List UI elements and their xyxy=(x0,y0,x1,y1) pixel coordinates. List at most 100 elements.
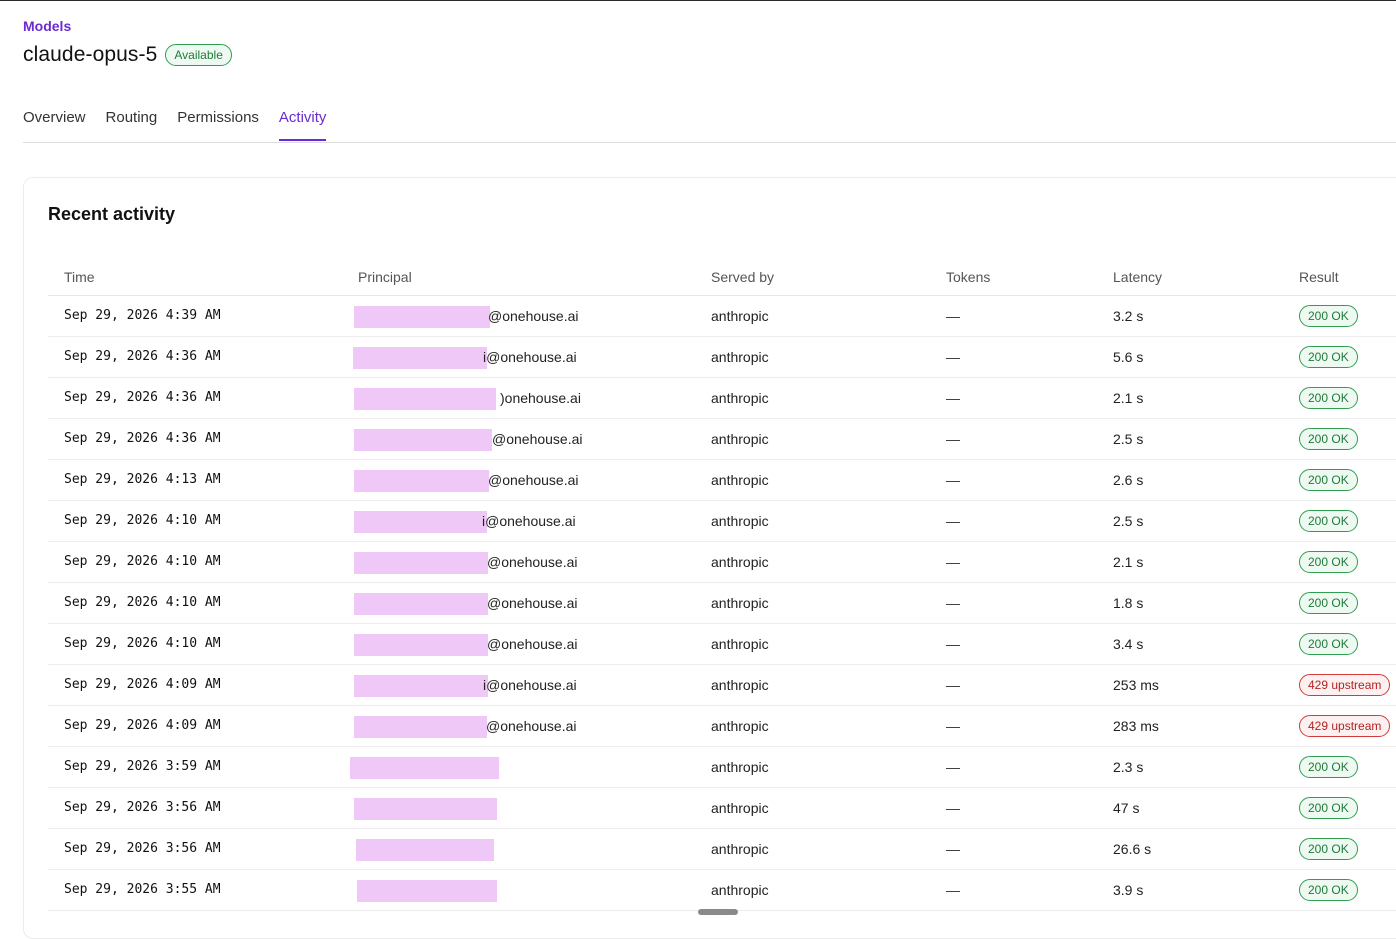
cell-result: 200 OK xyxy=(1299,469,1358,494)
cell-tokens: — xyxy=(946,595,960,611)
table-row[interactable]: Sep 29, 2026 4:10 AM i@onehouse.ai anthrop… xyxy=(48,501,1396,542)
redacted-block xyxy=(350,757,499,779)
principal-email: @onehouse.ai xyxy=(487,554,578,570)
cell-result: 429 upstream xyxy=(1299,674,1391,699)
column-header-result: Result xyxy=(1299,269,1339,285)
tab-activity[interactable]: Activity xyxy=(278,109,327,141)
cell-result: 200 OK xyxy=(1299,305,1358,330)
redacted-block xyxy=(354,388,496,410)
cell-tokens: — xyxy=(946,636,960,652)
cell-latency: 3.4 s xyxy=(1113,636,1144,652)
table-row[interactable]: Sep 29, 2026 4:36 AM @onehouse.ai anthropi… xyxy=(48,419,1396,460)
cell-time: Sep 29, 2026 4:09 AM xyxy=(64,677,221,692)
cell-served-by: anthropic xyxy=(711,308,769,324)
cell-served-by: anthropic xyxy=(711,431,769,447)
column-header-tokens: Tokens xyxy=(946,269,991,285)
table-row[interactable]: Sep 29, 2026 3:59 AM anthropic — 2.3 s 200 O… xyxy=(48,747,1396,788)
activity-card: Recent activity Time Principal Served by… xyxy=(23,177,1396,939)
cell-result: 429 upstream xyxy=(1299,715,1391,740)
table-row[interactable]: Sep 29, 2026 4:39 AM @onehouse.ai anthropi… xyxy=(48,296,1396,337)
cell-result: 200 OK xyxy=(1299,387,1358,412)
cell-latency: 253 ms xyxy=(1113,677,1159,693)
breadcrumb[interactable]: Models xyxy=(23,18,71,34)
cell-tokens: — xyxy=(946,390,960,406)
cell-latency: 1.8 s xyxy=(1113,595,1144,611)
cell-tokens: — xyxy=(946,677,960,693)
result-badge: 200 OK xyxy=(1299,469,1358,491)
table-row[interactable]: Sep 29, 2026 3:56 AM anthropic — 47 s 200 OK xyxy=(48,788,1396,829)
column-header-time: Time xyxy=(64,269,95,285)
table-body: Sep 29, 2026 4:39 AM @onehouse.ai anthropi… xyxy=(48,296,1396,911)
cell-served-by: anthropic xyxy=(711,677,769,693)
cell-time: Sep 29, 2026 4:36 AM xyxy=(64,431,221,446)
cell-result: 200 OK xyxy=(1299,428,1358,453)
redacted-block xyxy=(354,634,488,656)
redacted-block xyxy=(357,880,497,902)
cell-time: Sep 29, 2026 4:10 AM xyxy=(64,595,221,610)
table-row[interactable]: Sep 29, 2026 4:10 AM @onehouse.ai anthropi… xyxy=(48,624,1396,665)
result-badge: 200 OK xyxy=(1299,797,1358,819)
scrollbar-handle[interactable] xyxy=(698,909,738,915)
tab-overview[interactable]: Overview xyxy=(23,109,86,141)
card-title: Recent activity xyxy=(48,204,176,224)
principal-email: )onehouse.ai xyxy=(500,390,581,406)
table-row[interactable]: Sep 29, 2026 4:36 AM )onehouse.ai anthropi… xyxy=(48,378,1396,419)
cell-time: Sep 29, 2026 4:10 AM xyxy=(64,513,221,528)
cell-time: Sep 29, 2026 4:36 AM xyxy=(64,390,221,405)
tab-bar: Overview Routing Permissions Activity xyxy=(23,109,1396,143)
result-badge: 200 OK xyxy=(1299,592,1358,614)
cell-served-by: anthropic xyxy=(711,800,769,816)
table-row[interactable]: Sep 29, 2026 4:10 AM @onehouse.ai anthropi… xyxy=(48,583,1396,624)
table-header: Time Principal Served by Tokens Latency … xyxy=(48,258,1396,296)
activity-table: Time Principal Served by Tokens Latency … xyxy=(48,258,1396,911)
cell-latency: 47 s xyxy=(1113,800,1140,816)
title-row: claude-opus-5 Available xyxy=(23,43,232,67)
principal-email: i@onehouse.ai xyxy=(482,513,576,529)
redacted-block xyxy=(354,511,487,533)
principal-email: i@onehouse.ai xyxy=(483,677,577,693)
cell-served-by: anthropic xyxy=(711,390,769,406)
cell-time: Sep 29, 2026 4:10 AM xyxy=(64,554,221,569)
table-row[interactable]: Sep 29, 2026 4:13 AM @onehouse.ai anthropi… xyxy=(48,460,1396,501)
table-row[interactable]: Sep 29, 2026 4:09 AM i@onehouse.ai anthrop… xyxy=(48,665,1396,706)
result-badge: 200 OK xyxy=(1299,756,1358,778)
redacted-block xyxy=(354,593,488,615)
redacted-block xyxy=(354,552,488,574)
result-badge: 200 OK xyxy=(1299,633,1358,655)
cell-time: Sep 29, 2026 3:55 AM xyxy=(64,882,221,897)
result-badge: 200 OK xyxy=(1299,428,1358,450)
result-badge: 200 OK xyxy=(1299,879,1358,901)
cell-tokens: — xyxy=(946,513,960,529)
table-row[interactable]: Sep 29, 2026 4:10 AM @onehouse.ai anthropi… xyxy=(48,542,1396,583)
principal-email: @onehouse.ai xyxy=(488,308,579,324)
table-row[interactable]: Sep 29, 2026 3:55 AM anthropic — 3.9 s 200 O… xyxy=(48,870,1396,911)
cell-time: Sep 29, 2026 3:56 AM xyxy=(64,841,221,856)
cell-served-by: anthropic xyxy=(711,513,769,529)
cell-result: 200 OK xyxy=(1299,633,1358,658)
result-badge: 200 OK xyxy=(1299,551,1358,573)
cell-tokens: — xyxy=(946,308,960,324)
cell-tokens: — xyxy=(946,882,960,898)
table-row[interactable]: Sep 29, 2026 4:36 AM i@onehouse.ai anthrop… xyxy=(48,337,1396,378)
redacted-block xyxy=(354,675,488,697)
tab-permissions[interactable]: Permissions xyxy=(177,109,259,141)
result-badge: 200 OK xyxy=(1299,510,1358,532)
table-row[interactable]: Sep 29, 2026 4:09 AM @onehouse.ai anthropi… xyxy=(48,706,1396,747)
cell-tokens: — xyxy=(946,554,960,570)
principal-email: @onehouse.ai xyxy=(488,472,579,488)
redacted-block xyxy=(353,347,487,369)
cell-latency: 2.1 s xyxy=(1113,554,1144,570)
cell-time: Sep 29, 2026 3:59 AM xyxy=(64,759,221,774)
page-title: claude-opus-5 xyxy=(23,43,158,66)
principal-email: @onehouse.ai xyxy=(486,718,577,734)
cell-result: 200 OK xyxy=(1299,510,1358,535)
cell-latency: 2.6 s xyxy=(1113,472,1144,488)
cell-served-by: anthropic xyxy=(711,554,769,570)
cell-tokens: — xyxy=(946,431,960,447)
redacted-block xyxy=(356,839,494,861)
cell-tokens: — xyxy=(946,759,960,775)
tab-routing[interactable]: Routing xyxy=(106,109,158,141)
cell-latency: 5.6 s xyxy=(1113,349,1144,365)
cell-tokens: — xyxy=(946,349,960,365)
table-row[interactable]: Sep 29, 2026 3:56 AM anthropic — 26.6 s 200 … xyxy=(48,829,1396,870)
